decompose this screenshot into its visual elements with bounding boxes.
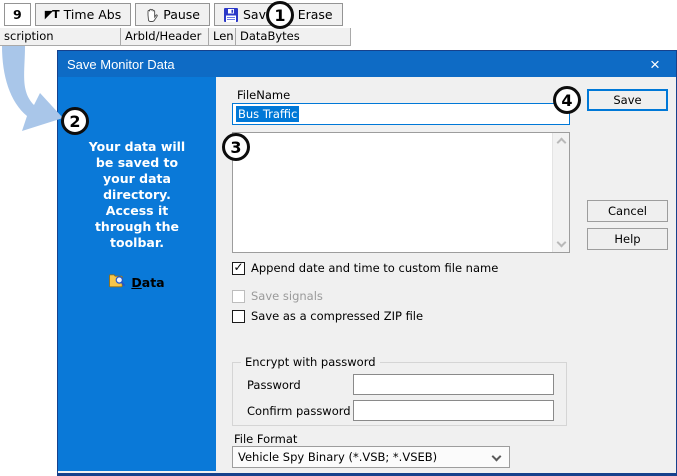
save-signals-checkbox-row: Save signals <box>232 288 323 304</box>
buffer-count-button[interactable]: 9 <box>4 3 31 26</box>
filename-input[interactable]: Bus Traffic <box>232 103 570 125</box>
encrypt-group-title: Encrypt with password <box>241 355 380 369</box>
confirm-password-label: Confirm password <box>247 404 353 418</box>
column-header-description[interactable]: scription <box>0 28 121 45</box>
dialog-main-panel: FileName Bus Traffic ✓ Append date and t… <box>216 77 676 471</box>
save-button[interactable]: Save <box>587 89 668 111</box>
help-button[interactable]: Help <box>587 228 668 250</box>
time-abs-button[interactable]: ◤T Time Abs <box>35 3 132 26</box>
floppy-icon <box>224 8 238 22</box>
password-field[interactable] <box>353 374 554 395</box>
annotation-number: 2 <box>69 112 80 131</box>
filename-label: FileName <box>237 88 290 102</box>
hand-icon <box>145 8 158 22</box>
save-signals-label: Save signals <box>251 289 323 303</box>
pause-label: Pause <box>163 7 200 22</box>
append-datetime-checkbox-row[interactable]: ✓ Append date and time to custom file na… <box>232 260 498 276</box>
close-icon[interactable]: × <box>634 51 676 77</box>
annotation-number: 1 <box>274 6 285 25</box>
check-icon: ✓ <box>233 261 243 273</box>
scroll-up-icon[interactable] <box>557 138 567 148</box>
data-folder-search-icon <box>109 274 126 291</box>
annotation-arrow <box>0 46 66 138</box>
password-label: Password <box>247 378 353 392</box>
file-format-dropdown[interactable]: Vehicle Spy Binary (*.VSB; *.VSEB) <box>232 446 510 468</box>
sidebar-message: Your data will be saved to your data dir… <box>72 139 202 251</box>
file-format-selected: Vehicle Spy Binary (*.VSB; *.VSEB) <box>238 450 437 464</box>
encrypt-group: Encrypt with password Password Confirm p… <box>232 362 567 426</box>
checkbox-disabled <box>232 290 245 303</box>
scroll-down-icon[interactable] <box>557 238 567 248</box>
save-monitor-data-dialog: Save Monitor Data × Your data will be sa… <box>57 50 677 476</box>
save-zip-label: Save as a compressed ZIP file <box>251 309 423 323</box>
cancel-button-label: Cancel <box>608 204 647 218</box>
messages-grid-header: scription ArbId/Header Len DataBytes <box>0 28 351 46</box>
delta-t-icon: ◤T <box>45 8 59 21</box>
annotation-circle-1: 1 <box>266 1 294 29</box>
comment-textarea[interactable] <box>232 132 570 253</box>
dialog-titlebar: Save Monitor Data × <box>58 51 676 77</box>
vertical-scrollbar[interactable] <box>552 133 569 252</box>
dialog-title: Save Monitor Data <box>67 57 175 72</box>
column-header-databytes[interactable]: DataBytes <box>236 28 351 45</box>
column-header-len[interactable]: Len <box>209 28 236 45</box>
annotation-circle-3: 3 <box>222 133 250 161</box>
data-link-label: Data <box>131 275 164 290</box>
buffer-count-label: 9 <box>13 7 22 22</box>
data-link-rest: ata <box>142 275 165 290</box>
checkbox-checked[interactable]: ✓ <box>232 262 245 275</box>
time-abs-label: Time Abs <box>64 7 122 22</box>
erase-button[interactable]: Erase <box>288 3 343 26</box>
data-link-accelerator: D <box>131 275 141 290</box>
annotation-circle-2: 2 <box>61 107 89 135</box>
pause-button[interactable]: Pause <box>135 3 210 26</box>
annotation-circle-4: 4 <box>553 86 581 114</box>
erase-label: Erase <box>298 7 333 22</box>
confirm-password-field[interactable] <box>353 400 554 421</box>
checkbox-unchecked[interactable] <box>232 310 245 323</box>
save-button-label: Save <box>613 93 641 107</box>
append-datetime-label: Append date and time to custom file name <box>251 261 498 275</box>
dialog-sidebar: Your data will be saved to your data dir… <box>58 77 216 471</box>
annotation-number: 3 <box>230 138 241 157</box>
save-zip-checkbox-row[interactable]: Save as a compressed ZIP file <box>232 308 423 324</box>
file-format-label: File Format <box>234 432 297 446</box>
column-header-arbid[interactable]: ArbId/Header <box>121 28 209 45</box>
annotation-number: 4 <box>561 91 572 110</box>
filename-selected-text: Bus Traffic <box>236 106 299 122</box>
help-button-label: Help <box>614 232 640 246</box>
chevron-down-icon <box>492 452 502 462</box>
data-directory-link[interactable]: Data <box>109 274 164 291</box>
cancel-button[interactable]: Cancel <box>587 200 668 222</box>
